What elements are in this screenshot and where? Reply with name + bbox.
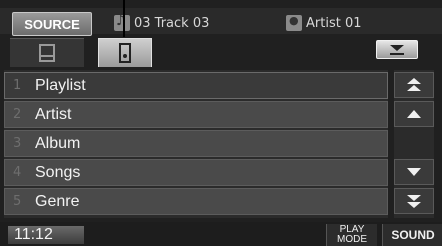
clock: 11:12 <box>8 226 84 244</box>
audio-screen: SOURCE 03 Track 03 Artist 01 1 Playlist <box>0 0 442 246</box>
sound-button-label: SOUND <box>391 228 435 242</box>
usb-icon <box>119 43 131 63</box>
eject-button[interactable] <box>376 40 418 59</box>
scroll-controls <box>394 70 434 218</box>
play-mode-button[interactable]: PLAY MODE <box>326 224 377 246</box>
page-down-icon <box>407 195 421 208</box>
track-icon <box>114 13 130 31</box>
list-item-label: Genre <box>35 192 80 210</box>
source-button[interactable]: SOURCE <box>12 12 92 36</box>
page-down-button[interactable] <box>394 188 434 214</box>
list-item-label: Album <box>35 134 81 152</box>
scroll-down-button[interactable] <box>394 159 434 185</box>
play-mode-label-line2: MODE <box>337 234 367 245</box>
list-item-number: 2 <box>13 107 22 122</box>
list-item[interactable]: 4 Songs <box>4 159 388 186</box>
artist-label: Artist 01 <box>306 15 362 31</box>
track-info: 03 Track 03 <box>114 13 209 33</box>
sound-button[interactable]: SOUND <box>382 224 442 246</box>
list-item[interactable]: 2 Artist <box>4 101 388 128</box>
list-item[interactable]: 1 Playlist <box>4 72 388 99</box>
list-item-number: 4 <box>13 165 22 180</box>
artist-info: Artist 01 <box>286 13 362 33</box>
up-arrow-icon <box>407 110 421 118</box>
page-up-icon <box>407 78 421 91</box>
source-button-label: SOURCE <box>24 16 80 32</box>
list-item-number: 3 <box>13 136 22 151</box>
down-arrow-icon <box>407 168 421 176</box>
list-item-label: Artist <box>35 105 72 123</box>
list-item[interactable]: 5 Genre <box>4 188 388 215</box>
callout-line <box>123 0 125 37</box>
eject-icon <box>390 44 404 55</box>
track-label: 03 Track 03 <box>134 15 210 31</box>
disc-slot-icon <box>39 44 55 62</box>
list-item-number: 1 <box>13 78 22 93</box>
list-item-label: Playlist <box>35 76 86 94</box>
menu-list: 1 Playlist 2 Artist 3 Album 4 Songs 5 Ge… <box>4 70 388 218</box>
artist-icon <box>286 14 302 31</box>
tab-usb[interactable] <box>98 38 152 67</box>
list-item-number: 5 <box>13 194 22 209</box>
list-item[interactable]: 3 Album <box>4 130 388 157</box>
tab-disc[interactable] <box>10 38 84 67</box>
scroll-up-button[interactable] <box>394 101 434 127</box>
page-up-button[interactable] <box>394 72 434 98</box>
list-item-label: Songs <box>35 163 81 181</box>
